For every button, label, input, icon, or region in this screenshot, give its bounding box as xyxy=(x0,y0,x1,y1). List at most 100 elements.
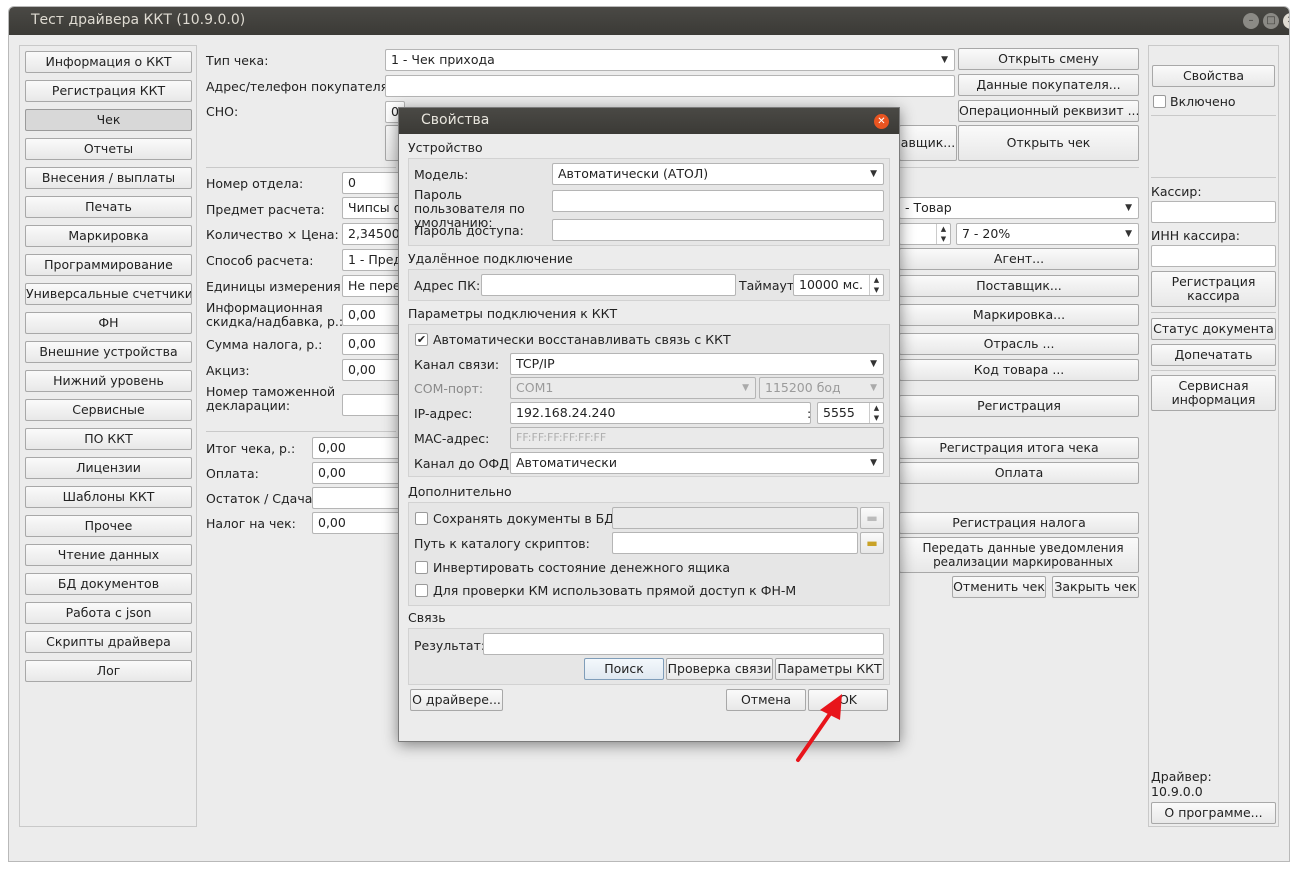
sidebar-item[interactable]: Отчеты xyxy=(25,138,192,160)
sidebar-item[interactable]: Скрипты драйвера xyxy=(25,631,192,653)
operational-requisite-button[interactable]: Операционный реквизит ... xyxy=(958,100,1139,122)
cashier-inn-input[interactable] xyxy=(1151,245,1276,267)
sidebar-item[interactable]: Программирование xyxy=(25,254,192,276)
maximize-icon[interactable]: □ xyxy=(1263,13,1279,29)
sidebar-item[interactable]: ПО ККТ xyxy=(25,428,192,450)
discount-input[interactable]: 0,00 xyxy=(342,304,402,326)
auto-restore-checkbox[interactable]: ✔ xyxy=(415,333,428,346)
open-receipt-button[interactable]: Открыть чек xyxy=(958,125,1139,161)
subject-input[interactable]: Чипсы с xyxy=(342,197,402,219)
com-port-combo[interactable]: COM1 ▼ xyxy=(510,377,756,399)
product-code-button[interactable]: Код товара ... xyxy=(899,359,1139,381)
check-link-button[interactable]: Проверка связи xyxy=(666,658,773,680)
receipt-type-combo[interactable]: 1 - Чек прихода ▼ xyxy=(385,49,955,71)
open-shift-button[interactable]: Открыть смену xyxy=(958,48,1139,70)
result-input[interactable] xyxy=(483,633,884,655)
close-icon[interactable]: ✕ xyxy=(1283,13,1289,29)
title-bar[interactable]: Тест драйвера ККТ (10.9.0.0) – □ ✕ xyxy=(9,7,1289,35)
close-icon[interactable]: ✕ xyxy=(874,114,889,129)
sidebar-item[interactable]: Информация о ККТ xyxy=(25,51,192,73)
close-receipt-button[interactable]: Закрыть чек xyxy=(1052,576,1139,598)
total-input[interactable]: 0,00 xyxy=(312,437,402,459)
kkt-params-button[interactable]: Параметры ККТ xyxy=(775,658,884,680)
db-path-input[interactable] xyxy=(612,507,858,529)
baud-combo[interactable]: 115200 бод ▼ xyxy=(759,377,884,399)
sidebar-item[interactable]: Нижний уровень xyxy=(25,370,192,392)
access-password-input[interactable] xyxy=(552,219,884,241)
marking-button[interactable]: Маркировка... xyxy=(899,304,1139,326)
sidebar-item[interactable]: Внесения / выплаты xyxy=(25,167,192,189)
sidebar-item[interactable]: Чек xyxy=(25,109,192,131)
supplier-button[interactable]: Поставщик... xyxy=(899,275,1139,297)
folder-icon[interactable]: ▬ xyxy=(860,532,884,554)
vat-combo[interactable]: 7 - 20% ▼ xyxy=(956,223,1139,245)
ofd-channel-combo[interactable]: Автоматически ▼ xyxy=(510,452,884,474)
pc-address-input[interactable] xyxy=(481,274,736,296)
buyer-address-input[interactable] xyxy=(385,75,955,97)
about-driver-button[interactable]: О драйвере... xyxy=(410,689,503,711)
supplier-button-partial[interactable]: авщик... xyxy=(899,125,957,161)
sidebar-item[interactable]: ФН xyxy=(25,312,192,334)
scripts-path-input[interactable] xyxy=(612,532,858,554)
properties-button[interactable]: Свойства xyxy=(1152,65,1275,87)
payment-button[interactable]: Оплата xyxy=(899,462,1139,484)
customs-input[interactable] xyxy=(342,394,402,416)
quantity-input[interactable]: 2,34500 xyxy=(342,223,402,245)
subject-type-combo[interactable]: - Товар ▼ xyxy=(899,197,1139,219)
sidebar-item[interactable]: Лицензии xyxy=(25,457,192,479)
km-direct-checkbox[interactable] xyxy=(415,584,428,597)
industry-button[interactable]: Отрасль ... xyxy=(899,333,1139,355)
registration-button[interactable]: Регистрация xyxy=(899,395,1139,417)
minimize-icon[interactable]: – xyxy=(1243,13,1259,29)
payment-method-combo[interactable]: 1 - Пред xyxy=(342,249,402,271)
document-status-button[interactable]: Статус документа xyxy=(1151,318,1276,340)
invert-drawer-checkbox[interactable] xyxy=(415,561,428,574)
ip-input[interactable]: 192.168.24.240 xyxy=(510,402,811,424)
spin-arrows-icon[interactable]: ▲ ▼ xyxy=(936,224,950,244)
mac-input[interactable]: FF:FF:FF:FF:FF:FF xyxy=(510,427,884,449)
reprint-button[interactable]: Допечатать xyxy=(1151,344,1276,366)
cashier-input[interactable] xyxy=(1151,201,1276,223)
enabled-checkbox[interactable] xyxy=(1153,95,1166,108)
sidebar-item[interactable]: Регистрация ККТ xyxy=(25,80,192,102)
send-notice-button[interactable]: Передать данные уведомления реализации м… xyxy=(899,537,1139,573)
channel-combo[interactable]: TCP/IP ▼ xyxy=(510,353,884,375)
tax-input[interactable]: 0,00 xyxy=(312,512,402,534)
about-button[interactable]: О программе... xyxy=(1151,802,1276,824)
sidebar-item[interactable]: Лог xyxy=(25,660,192,682)
search-button[interactable]: Поиск xyxy=(584,658,664,680)
tax-registration-button[interactable]: Регистрация налога xyxy=(899,512,1139,534)
sidebar-item[interactable]: Чтение данных xyxy=(25,544,192,566)
sidebar-item[interactable]: Сервисные xyxy=(25,399,192,421)
sidebar-item[interactable]: Внешние устройства xyxy=(25,341,192,363)
sidebar-item[interactable]: БД документов xyxy=(25,573,192,595)
cancel-receipt-button[interactable]: Отменить чек xyxy=(952,576,1046,598)
department-input[interactable]: 0 xyxy=(342,172,402,194)
folder-icon[interactable]: ▬ xyxy=(860,507,884,529)
spin-arrows-icon[interactable]: ▲ ▼ xyxy=(869,403,883,423)
total-registration-button[interactable]: Регистрация итога чека xyxy=(899,437,1139,459)
port-spin[interactable]: 5555 ▲ ▼ xyxy=(817,402,884,424)
sidebar-item[interactable]: Шаблоны ККТ xyxy=(25,486,192,508)
default-password-input[interactable] xyxy=(552,190,884,212)
dialog-title-bar[interactable]: Свойства ✕ xyxy=(399,108,899,134)
spin-arrows-icon[interactable]: ▲ ▼ xyxy=(869,275,883,295)
buyer-data-button[interactable]: Данные покупателя... xyxy=(958,74,1139,96)
sidebar-item[interactable]: Работа с json xyxy=(25,602,192,624)
save-docs-checkbox[interactable] xyxy=(415,512,428,525)
payment-input[interactable]: 0,00 xyxy=(312,462,402,484)
sidebar-item[interactable]: Маркировка xyxy=(25,225,192,247)
timeout-spin[interactable]: 10000 мс. ▲ ▼ xyxy=(793,274,884,296)
sidebar-item[interactable]: Универсальные счетчики xyxy=(25,283,192,305)
excise-input[interactable]: 0,00 xyxy=(342,359,402,381)
sidebar-item[interactable]: Печать xyxy=(25,196,192,218)
model-combo[interactable]: Автоматически (АТОЛ) ▼ xyxy=(552,163,884,185)
cashier-registration-button[interactable]: Регистрация кассира xyxy=(1151,271,1276,307)
service-info-button[interactable]: Сервисная информация xyxy=(1151,375,1276,411)
change-input[interactable] xyxy=(312,487,402,509)
tax-sum-input[interactable]: 0,00 xyxy=(342,333,402,355)
price-spin[interactable]: ▲ ▼ xyxy=(899,223,951,245)
units-combo[interactable]: Не перед xyxy=(342,275,402,297)
sidebar-item[interactable]: Прочее xyxy=(25,515,192,537)
agent-button[interactable]: Агент... xyxy=(899,248,1139,270)
